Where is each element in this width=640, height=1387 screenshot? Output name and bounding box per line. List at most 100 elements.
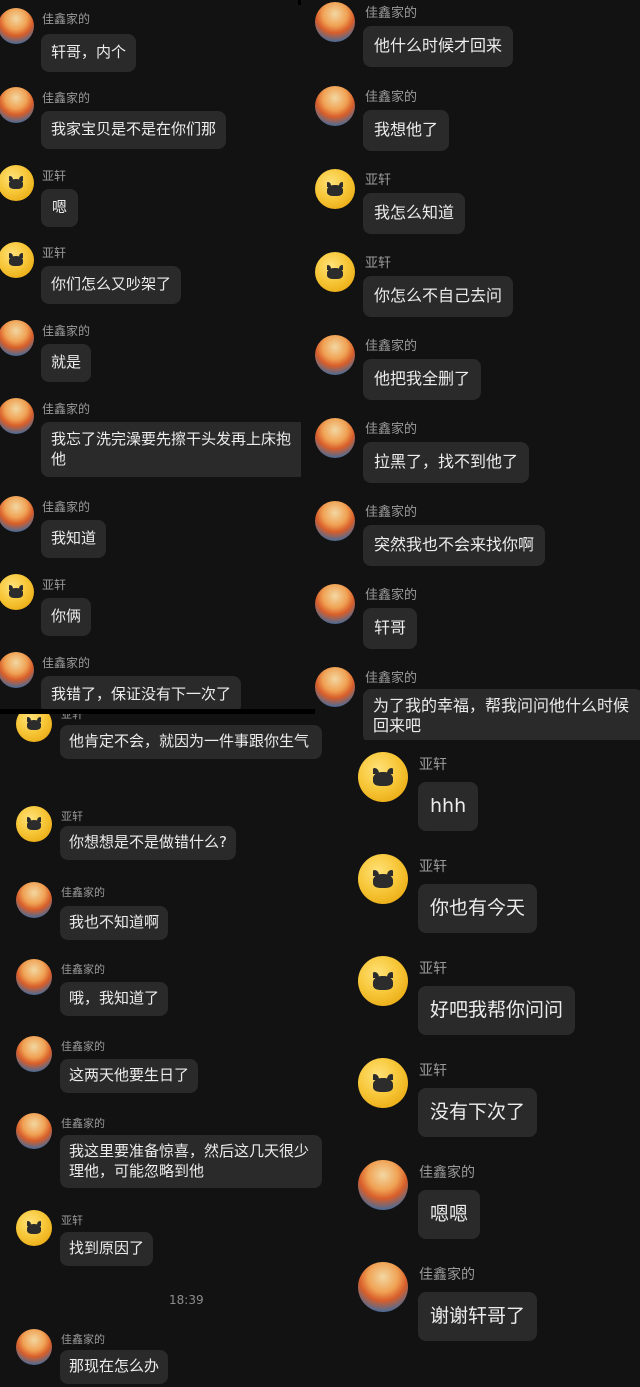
chat-collage: { "people": { "jiaxin": "佳鑫家的", "yaxuan"…	[0, 0, 640, 1387]
message-bubble[interactable]: 好吧我帮你问问	[418, 986, 576, 1035]
avatar[interactable]	[0, 8, 34, 44]
avatar[interactable]	[358, 1262, 408, 1312]
sender-name: 佳鑫家的	[419, 1165, 475, 1181]
avatar[interactable]	[0, 242, 34, 278]
timestamp: 18:39	[169, 1293, 204, 1307]
sender-name: 亚轩	[61, 714, 83, 721]
avatar[interactable]	[358, 1058, 408, 1108]
avatar[interactable]	[16, 959, 52, 995]
avatar[interactable]	[358, 956, 408, 1006]
cat-icon	[373, 1073, 393, 1092]
message-bubble[interactable]: 他肯定不会，就因为一件事跟你生气	[60, 725, 322, 759]
cat-icon	[373, 971, 393, 990]
cat-icon	[327, 181, 343, 197]
message-bubble[interactable]: 我也不知道啊	[60, 906, 169, 940]
sender-name: 亚轩	[365, 173, 392, 188]
message-bubble[interactable]: 嗯	[41, 189, 79, 227]
avatar[interactable]	[315, 584, 355, 624]
sender-name: 佳鑫家的	[365, 422, 418, 437]
avatar[interactable]	[0, 496, 34, 532]
avatar[interactable]	[315, 2, 355, 42]
avatar[interactable]	[0, 165, 34, 201]
avatar[interactable]	[0, 574, 34, 610]
message-bubble[interactable]: 我怎么知道	[363, 193, 466, 234]
sender-name: 佳鑫家的	[42, 500, 91, 514]
message-bubble[interactable]: 哦，我知道了	[60, 982, 169, 1016]
message-bubble[interactable]: 就是	[41, 344, 92, 382]
avatar[interactable]	[16, 882, 52, 918]
cat-icon	[26, 717, 42, 731]
avatar[interactable]	[16, 1113, 52, 1149]
message-bubble[interactable]: 这两天他要生日了	[60, 1059, 199, 1093]
sender-name: 佳鑫家的	[42, 12, 91, 26]
avatar[interactable]	[358, 854, 408, 904]
avatar[interactable]	[358, 752, 408, 802]
avatar[interactable]	[315, 169, 355, 209]
message-bubble[interactable]: 你也有今天	[418, 884, 538, 933]
message-bubble[interactable]: 他什么时候才回来	[363, 26, 514, 67]
panel-bottom-right: 亚轩 hhh 亚轩 你也有今天 亚轩 好吧我帮你问问 亚轩 没有下次了 佳鑫家的…	[345, 740, 640, 1387]
panel-divider	[298, 0, 301, 5]
sender-name: 佳鑫家的	[365, 671, 418, 686]
avatar[interactable]	[315, 501, 355, 541]
cat-icon	[327, 264, 343, 280]
sender-name: 佳鑫家的	[365, 505, 418, 520]
message-bubble[interactable]: 轩哥	[363, 608, 418, 649]
message-bubble[interactable]: hhh	[418, 782, 479, 831]
message-bubble[interactable]: 突然我也不会来找你啊	[363, 525, 546, 566]
cat-icon	[8, 585, 24, 599]
sender-name: 佳鑫家的	[42, 656, 91, 670]
sender-name: 佳鑫家的	[61, 963, 105, 976]
message-bubble[interactable]: 嗯嗯	[418, 1190, 481, 1239]
sender-name: 亚轩	[419, 1063, 447, 1079]
panel-top-right: 佳鑫家的 他什么时候才回来 佳鑫家的 我想他了 亚轩 我怎么知道 亚轩 你怎么不…	[301, 0, 640, 740]
sender-name: 佳鑫家的	[365, 339, 418, 354]
avatar[interactable]	[0, 320, 34, 356]
sender-name: 佳鑫家的	[42, 324, 91, 338]
avatar[interactable]	[315, 86, 355, 126]
message-bubble[interactable]: 你们怎么又吵架了	[41, 266, 182, 304]
message-bubble[interactable]: 拉黑了，找不到他了	[363, 442, 530, 483]
avatar[interactable]	[16, 1210, 52, 1246]
avatar[interactable]	[315, 335, 355, 375]
avatar[interactable]	[0, 87, 34, 123]
cat-icon	[8, 176, 24, 190]
cat-icon	[373, 869, 393, 888]
panel-bottom-left: 亚轩 他肯定不会，就因为一件事跟你生气 亚轩 你想想是不是做错什么? 佳鑫家的 …	[0, 714, 345, 1387]
message-bubble[interactable]: 为了我的幸福，帮我问问他什么时候回来吧	[363, 689, 640, 740]
avatar[interactable]	[16, 1329, 52, 1365]
avatar[interactable]	[315, 667, 355, 707]
message-bubble[interactable]: 没有下次了	[418, 1088, 538, 1137]
sender-name: 亚轩	[419, 757, 447, 773]
avatar[interactable]	[0, 398, 34, 434]
avatar[interactable]	[358, 1160, 408, 1210]
message-bubble[interactable]: 我知道	[41, 520, 107, 558]
avatar[interactable]	[0, 652, 34, 688]
message-bubble[interactable]: 他把我全删了	[363, 359, 482, 400]
message-bubble[interactable]: 你怎么不自己去问	[363, 276, 514, 317]
message-bubble[interactable]: 谢谢轩哥了	[418, 1292, 538, 1341]
sender-name: 亚轩	[365, 256, 392, 271]
message-bubble[interactable]: 你想想是不是做错什么?	[60, 826, 236, 860]
sender-name: 佳鑫家的	[61, 886, 105, 899]
avatar[interactable]	[16, 1036, 52, 1072]
sender-name: 亚轩	[419, 961, 447, 977]
sender-name: 亚轩	[419, 859, 447, 875]
cat-icon	[26, 817, 42, 831]
sender-name: 亚轩	[61, 1214, 83, 1227]
message-bubble[interactable]: 轩哥，内个	[41, 34, 137, 72]
message-bubble[interactable]: 我忘了洗完澡要先擦干头发再上床抱他	[41, 422, 307, 477]
avatar[interactable]	[16, 806, 52, 842]
message-bubble[interactable]: 我错了，保证没有下一次了	[41, 676, 242, 712]
avatar[interactable]	[315, 252, 355, 292]
message-bubble[interactable]: 找到原因了	[60, 1232, 154, 1266]
message-bubble[interactable]: 我想他了	[363, 110, 450, 151]
avatar[interactable]	[16, 714, 52, 742]
message-bubble[interactable]: 我家宝贝是不是在你们那	[41, 111, 227, 149]
message-bubble[interactable]: 你俩	[41, 598, 92, 636]
panel-top-left: 佳鑫家的 轩哥，内个 佳鑫家的 我家宝贝是不是在你们那 亚轩 嗯 亚轩 你们怎么…	[0, 0, 315, 712]
message-bubble[interactable]: 那现在怎么办	[60, 1350, 169, 1384]
sender-name: 佳鑫家的	[365, 588, 418, 603]
message-bubble[interactable]: 我这里要准备惊喜，然后这几天很少理他，可能忽略到他	[60, 1135, 322, 1188]
avatar[interactable]	[315, 418, 355, 458]
